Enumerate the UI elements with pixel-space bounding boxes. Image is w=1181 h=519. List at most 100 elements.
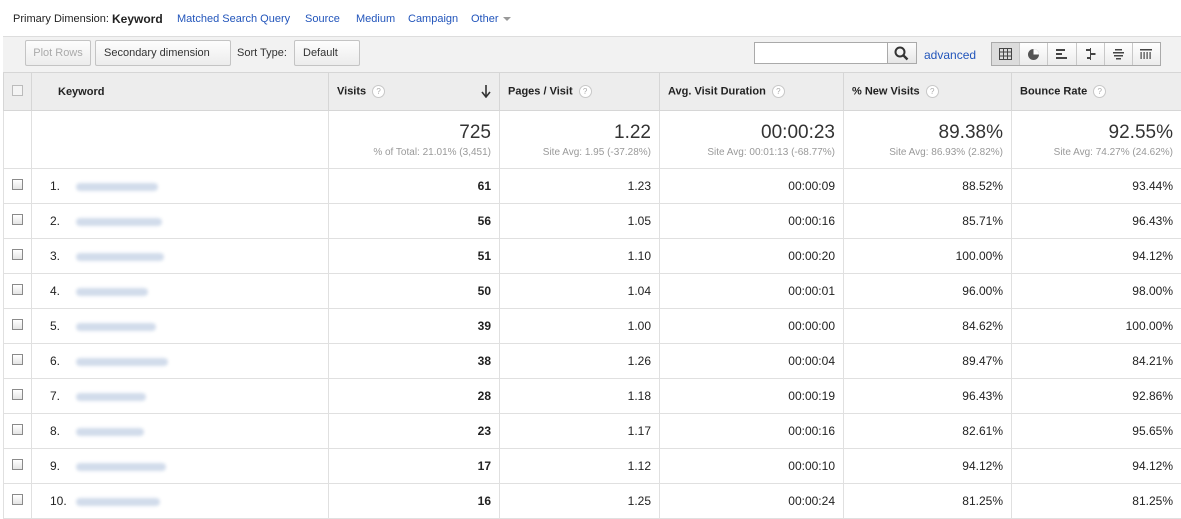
row-number: 6.: [50, 354, 76, 368]
pages-visit-cell: 1.00: [500, 309, 660, 344]
table-row: 5.391.0000:00:0084.62%100.00%: [4, 309, 1181, 344]
column-header-visits[interactable]: Visits?: [329, 73, 500, 111]
avg-duration-cell: 00:00:16: [660, 414, 844, 449]
row-checkbox[interactable]: [12, 459, 23, 470]
row-number: 8.: [50, 424, 76, 438]
dimension-link-medium[interactable]: Medium: [356, 13, 395, 25]
redacted-keyword[interactable]: [76, 463, 166, 471]
plot-rows-button[interactable]: Plot Rows: [25, 40, 91, 66]
column-header-avg-visit-duration[interactable]: Avg. Visit Duration?: [660, 73, 844, 111]
avg-duration-cell: 00:00:00: [660, 309, 844, 344]
row-number: 5.: [50, 319, 76, 333]
help-icon[interactable]: ?: [372, 85, 385, 98]
avg-duration-cell: 00:00:19: [660, 379, 844, 414]
totals-pages-visit-cell: 1.22Site Avg: 1.95 (-37.28%): [500, 111, 660, 169]
redacted-keyword[interactable]: [76, 183, 158, 191]
row-checkbox[interactable]: [12, 179, 23, 190]
row-checkbox[interactable]: [12, 389, 23, 400]
redacted-keyword[interactable]: [76, 218, 162, 226]
table-row: 2.561.0500:00:1685.71%96.43%: [4, 204, 1181, 239]
new-visits-cell: 89.47%: [844, 344, 1012, 379]
bounce-rate-cell: 81.25%: [1012, 484, 1181, 519]
pivot-view-button[interactable]: [1133, 43, 1160, 65]
other-label: Other: [471, 13, 499, 25]
dimension-link-campaign[interactable]: Campaign: [408, 13, 458, 25]
redacted-keyword[interactable]: [76, 288, 148, 296]
view-switcher: [991, 42, 1161, 66]
total-avg-duration-value: 00:00:23: [668, 122, 835, 144]
row-checkbox[interactable]: [12, 249, 23, 260]
visits-cell: 61: [329, 169, 500, 204]
term-cloud-view-icon: [1112, 48, 1125, 60]
table-row: 7.281.1800:00:1996.43%92.86%: [4, 379, 1181, 414]
redacted-keyword[interactable]: [76, 498, 160, 506]
help-icon[interactable]: ?: [1093, 85, 1106, 98]
row-checkbox[interactable]: [12, 354, 23, 365]
table-row: 3.511.1000:00:20100.00%94.12%: [4, 239, 1181, 274]
help-icon[interactable]: ?: [926, 85, 939, 98]
select-all-checkbox[interactable]: [12, 85, 23, 96]
comparison-view-button[interactable]: [1077, 43, 1105, 65]
row-number: 10.: [50, 494, 76, 508]
help-icon[interactable]: ?: [579, 85, 592, 98]
help-icon[interactable]: ?: [772, 85, 785, 98]
pages-visit-cell: 1.25: [500, 484, 660, 519]
column-header-pages-visit[interactable]: Pages / Visit?: [500, 73, 660, 111]
pages-visit-cell: 1.10: [500, 239, 660, 274]
search-button[interactable]: [887, 42, 917, 64]
column-header-new-visits[interactable]: % New Visits?: [844, 73, 1012, 111]
visits-cell: 56: [329, 204, 500, 239]
row-checkbox[interactable]: [12, 494, 23, 505]
table-search-input[interactable]: [754, 42, 888, 64]
redacted-keyword[interactable]: [76, 393, 146, 401]
new-visits-cell: 81.25%: [844, 484, 1012, 519]
new-visits-cell: 94.12%: [844, 449, 1012, 484]
column-header-new-visits-label: % New Visits: [852, 85, 920, 97]
totals-bounce-rate-cell: 92.55%Site Avg: 74.27% (24.62%): [1012, 111, 1181, 169]
primary-dimension-label: Primary Dimension:: [13, 13, 109, 25]
table-toolbar: Plot Rows Secondary dimension Sort Type:…: [3, 36, 1181, 73]
table-view-button[interactable]: [992, 43, 1020, 65]
row-checkbox[interactable]: [12, 424, 23, 435]
bounce-rate-cell: 100.00%: [1012, 309, 1181, 344]
dimension-link-other[interactable]: Other: [471, 13, 511, 25]
visits-cell: 51: [329, 239, 500, 274]
total-pages-visit-value: 1.22: [508, 122, 651, 144]
dimension-link-source[interactable]: Source: [305, 13, 340, 25]
dimension-keyword-active[interactable]: Keyword: [112, 12, 163, 26]
pages-visit-cell: 1.18: [500, 379, 660, 414]
bounce-rate-cell: 92.86%: [1012, 379, 1181, 414]
row-checkbox[interactable]: [12, 214, 23, 225]
pie-view-button[interactable]: [1020, 43, 1048, 65]
dimension-link-matched-search-query[interactable]: Matched Search Query: [177, 13, 290, 25]
row-checkbox[interactable]: [12, 284, 23, 295]
redacted-keyword[interactable]: [76, 358, 168, 366]
keyword-cell: 8.: [32, 414, 329, 449]
pages-visit-cell: 1.23: [500, 169, 660, 204]
row-checkbox[interactable]: [12, 319, 23, 330]
keyword-cell: 2.: [32, 204, 329, 239]
visits-cell: 50: [329, 274, 500, 309]
term-cloud-view-button[interactable]: [1105, 43, 1133, 65]
redacted-keyword[interactable]: [76, 253, 164, 261]
performance-view-button[interactable]: [1048, 43, 1076, 65]
keyword-cell: 6.: [32, 344, 329, 379]
bounce-rate-cell: 95.65%: [1012, 414, 1181, 449]
redacted-keyword[interactable]: [76, 428, 144, 436]
column-header-bounce-rate-label: Bounce Rate: [1020, 85, 1087, 97]
column-header-bounce-rate[interactable]: Bounce Rate?: [1012, 73, 1181, 111]
performance-view-icon: [1055, 48, 1068, 60]
secondary-dimension-dropdown[interactable]: Secondary dimension: [95, 40, 231, 66]
avg-duration-cell: 00:00:09: [660, 169, 844, 204]
visits-cell: 23: [329, 414, 500, 449]
secondary-dimension-label: Secondary dimension: [104, 47, 210, 59]
keyword-cell: 7.: [32, 379, 329, 414]
column-header-keyword[interactable]: Keyword: [32, 73, 329, 111]
sort-type-dropdown[interactable]: Default: [294, 40, 360, 66]
visits-cell: 16: [329, 484, 500, 519]
total-new-visits-value: 89.38%: [852, 122, 1003, 144]
row-checkbox-cell: [4, 414, 32, 449]
advanced-filter-link[interactable]: advanced: [924, 48, 976, 62]
redacted-keyword[interactable]: [76, 323, 156, 331]
pages-visit-cell: 1.26: [500, 344, 660, 379]
